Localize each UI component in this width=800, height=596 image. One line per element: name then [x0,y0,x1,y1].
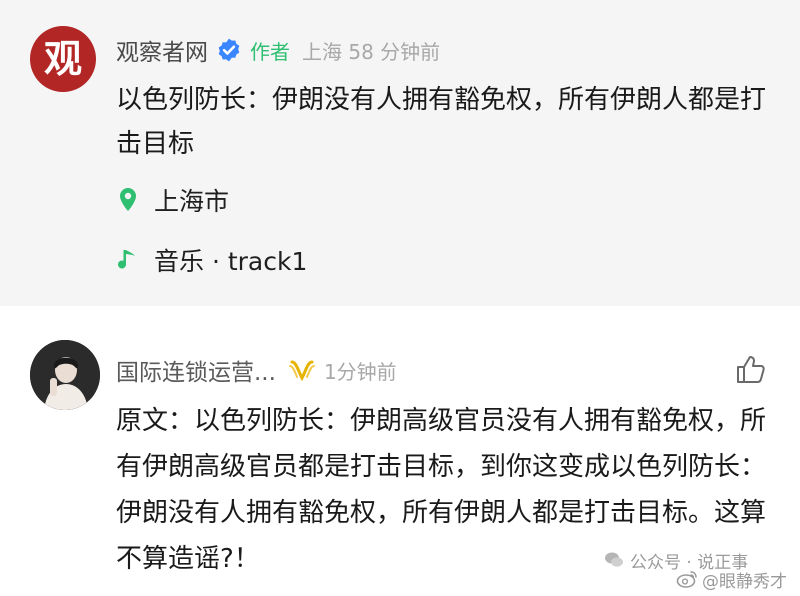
author-name[interactable]: 观察者网 [116,33,208,67]
thumbs-up-icon[interactable] [734,352,768,386]
weibo-watermark: @眼静秀才 [676,566,787,592]
music-text: 音乐 · track1 [154,247,308,276]
location-row[interactable]: 上海市 [116,180,229,220]
post-card: 观 观察者网 作者 上海 58 分钟前 以色列防长：伊朗没有人拥有豁免权，所有伊… [0,0,800,306]
post-header: 观察者网 作者 上海 58 分钟前 [116,30,440,70]
wechat-icon [605,552,623,567]
vip-badge-icon [288,360,315,381]
author-tag: 作者 [250,39,290,64]
location-text: 上海市 [154,187,230,216]
weibo-icon [676,571,697,588]
author-avatar[interactable]: 观 [30,26,96,92]
avatar-photo [30,340,100,410]
post-meta: 上海 58 分钟前 [302,39,441,64]
comment-time: 1分钟前 [323,359,397,384]
verified-badge-icon [218,38,240,62]
music-row[interactable]: 音乐 · track1 [116,240,307,280]
commenter-name[interactable]: 国际连锁运营... [116,353,276,387]
weibo-watermark-text: @眼静秀才 [702,571,787,592]
music-note-icon [118,250,135,269]
commenter-avatar[interactable] [30,340,100,410]
avatar-logo-text: 观 [43,37,82,81]
post-body: 以色列防长：伊朗没有人拥有豁免权，所有伊朗人都是打击目标 [116,85,767,159]
comment-header: 国际连锁运营... 1分钟前 [116,350,397,390]
location-pin-icon [120,188,136,211]
